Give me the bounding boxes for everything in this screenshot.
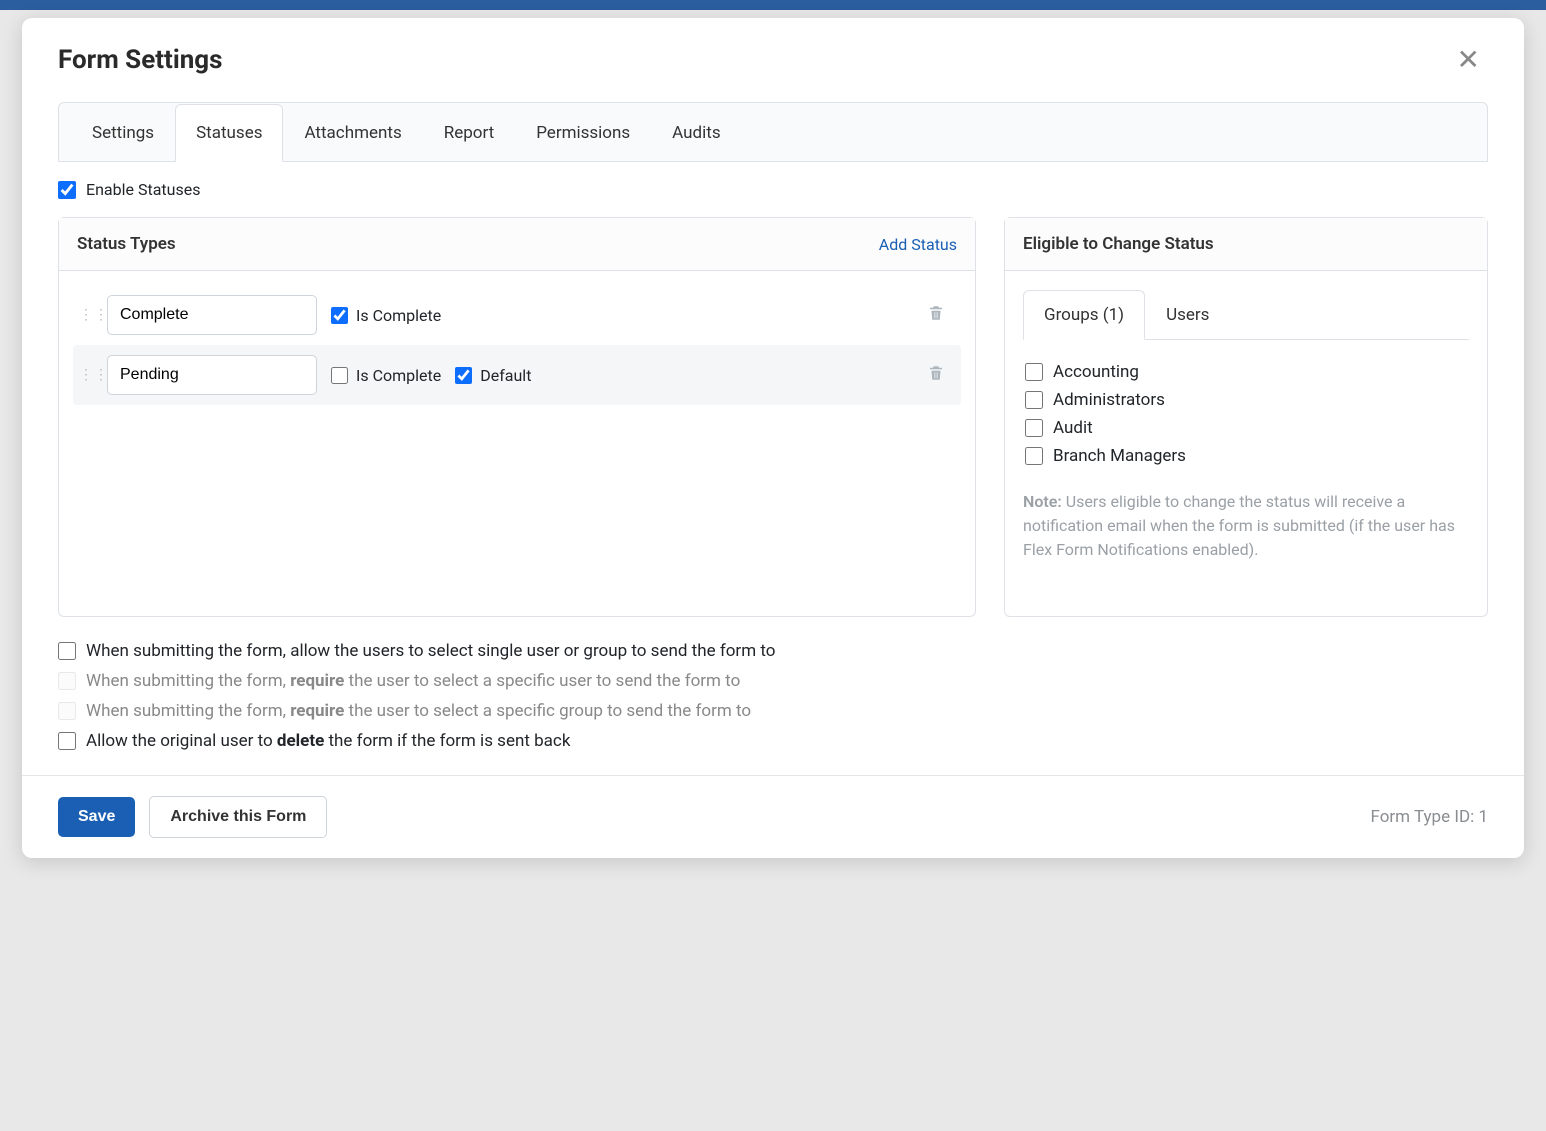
- status-row: ⋮⋮ Is Complete: [73, 285, 961, 345]
- enable-statuses-row: Enable Statuses: [58, 180, 1488, 199]
- opt-allow-delete: Allow the original user to delete the fo…: [58, 731, 1488, 751]
- text-bold: delete: [277, 731, 324, 751]
- status-row: ⋮⋮ Is Complete Default: [73, 345, 961, 405]
- opt-allow-delete-label: Allow the original user to delete the fo…: [86, 731, 570, 751]
- text-fragment: the user to select a specific user to se…: [344, 671, 740, 691]
- note-text: Users eligible to change the status will…: [1023, 492, 1455, 559]
- default-group: Default: [455, 366, 531, 385]
- status-name-input[interactable]: [107, 295, 317, 335]
- note-label: Note:: [1023, 492, 1062, 511]
- opt-require-user-checkbox: [58, 672, 76, 690]
- tab-statuses[interactable]: Statuses: [175, 104, 283, 162]
- opt-require-group: When submitting the form, require the us…: [58, 701, 1488, 721]
- backdrop-top-bar: [0, 0, 1546, 10]
- is-complete-group: Is Complete: [331, 366, 441, 385]
- opt-require-user-label: When submitting the form, require the us…: [86, 671, 740, 691]
- status-types-title: Status Types: [77, 234, 176, 254]
- archive-button[interactable]: Archive this Form: [149, 796, 327, 838]
- is-complete-checkbox[interactable]: [331, 307, 348, 324]
- group-checkbox[interactable]: [1025, 391, 1043, 409]
- close-icon: ✕: [1457, 44, 1480, 75]
- group-checkbox[interactable]: [1025, 447, 1043, 465]
- sub-tab-groups[interactable]: Groups (1): [1023, 290, 1145, 340]
- opt-allow-select-label: When submitting the form, allow the user…: [86, 641, 775, 661]
- modal-header: Form Settings ✕: [22, 18, 1524, 86]
- add-status-link[interactable]: Add Status: [879, 235, 957, 254]
- status-name-input[interactable]: [107, 355, 317, 395]
- save-button[interactable]: Save: [58, 797, 135, 837]
- opt-require-group-checkbox: [58, 702, 76, 720]
- group-item: Accounting: [1023, 358, 1465, 386]
- group-label: Branch Managers: [1053, 446, 1186, 466]
- trash-icon: [927, 364, 945, 382]
- form-settings-modal: Form Settings ✕ Settings Statuses Attach…: [22, 18, 1524, 858]
- close-button[interactable]: ✕: [1449, 42, 1488, 78]
- default-label: Default: [480, 366, 531, 385]
- status-types-card: Status Types Add Status ⋮⋮ Is Complete: [58, 217, 976, 617]
- eligible-header: Eligible to Change Status: [1005, 218, 1487, 271]
- opt-allow-delete-checkbox[interactable]: [58, 732, 76, 750]
- trash-icon: [927, 304, 945, 322]
- modal-body: Settings Statuses Attachments Report Per…: [22, 86, 1524, 775]
- group-item: Administrators: [1023, 386, 1465, 414]
- opt-require-user: When submitting the form, require the us…: [58, 671, 1488, 691]
- eligible-card: Eligible to Change Status Groups (1) Use…: [1004, 217, 1488, 617]
- group-item: Branch Managers: [1023, 442, 1465, 470]
- group-checkbox[interactable]: [1025, 363, 1043, 381]
- opt-allow-select: When submitting the form, allow the user…: [58, 641, 1488, 661]
- group-checkbox[interactable]: [1025, 419, 1043, 437]
- eligible-note: Note: Users eligible to change the statu…: [1023, 490, 1469, 562]
- group-label: Audit: [1053, 418, 1093, 438]
- eligible-body: Groups (1) Users Accounting Administrato…: [1005, 271, 1487, 580]
- is-complete-checkbox[interactable]: [331, 367, 348, 384]
- text-fragment: When submitting the form,: [86, 671, 290, 691]
- drag-handle-icon[interactable]: ⋮⋮: [79, 367, 93, 383]
- status-list: ⋮⋮ Is Complete ⋮⋮: [59, 271, 975, 616]
- text-fragment: the user to select a specific group to s…: [344, 701, 751, 721]
- tab-permissions[interactable]: Permissions: [515, 104, 651, 162]
- submit-options: When submitting the form, allow the user…: [58, 641, 1488, 751]
- opt-require-group-label: When submitting the form, require the us…: [86, 701, 751, 721]
- tab-audits[interactable]: Audits: [651, 104, 741, 162]
- text-fragment: Allow the original user to: [86, 731, 277, 751]
- sub-tab-users[interactable]: Users: [1145, 290, 1230, 340]
- delete-status-button[interactable]: [917, 304, 955, 326]
- text-bold: require: [290, 671, 344, 691]
- main-tabs: Settings Statuses Attachments Report Per…: [58, 102, 1488, 162]
- opt-allow-select-checkbox[interactable]: [58, 642, 76, 660]
- modal-footer: Save Archive this Form Form Type ID: 1: [22, 775, 1524, 858]
- status-types-header: Status Types Add Status: [59, 218, 975, 271]
- tab-report[interactable]: Report: [423, 104, 515, 162]
- group-list[interactable]: Accounting Administrators Audit Bra: [1023, 358, 1469, 470]
- enable-statuses-label: Enable Statuses: [86, 180, 200, 199]
- group-item: Audit: [1023, 414, 1465, 442]
- two-column-layout: Status Types Add Status ⋮⋮ Is Complete: [58, 217, 1488, 617]
- text-bold: require: [290, 701, 344, 721]
- text-fragment: When submitting the form,: [86, 701, 290, 721]
- modal-title: Form Settings: [58, 45, 223, 75]
- form-type-id-label: Form Type ID:: [1370, 807, 1478, 827]
- form-type-id-value: 1: [1478, 807, 1488, 827]
- eligible-sub-tabs: Groups (1) Users: [1023, 289, 1469, 340]
- is-complete-label: Is Complete: [356, 306, 441, 325]
- tab-settings[interactable]: Settings: [71, 104, 175, 162]
- tab-attachments[interactable]: Attachments: [283, 104, 422, 162]
- is-complete-label: Is Complete: [356, 366, 441, 385]
- default-checkbox[interactable]: [455, 367, 472, 384]
- delete-status-button[interactable]: [917, 364, 955, 386]
- group-label: Administrators: [1053, 390, 1165, 410]
- eligible-title: Eligible to Change Status: [1023, 234, 1214, 254]
- enable-statuses-checkbox[interactable]: [58, 181, 76, 199]
- form-type-id: Form Type ID: 1: [1370, 807, 1488, 827]
- group-label: Accounting: [1053, 362, 1139, 382]
- drag-handle-icon[interactable]: ⋮⋮: [79, 307, 93, 323]
- is-complete-group: Is Complete: [331, 306, 441, 325]
- text-fragment: the form if the form is sent back: [324, 731, 570, 751]
